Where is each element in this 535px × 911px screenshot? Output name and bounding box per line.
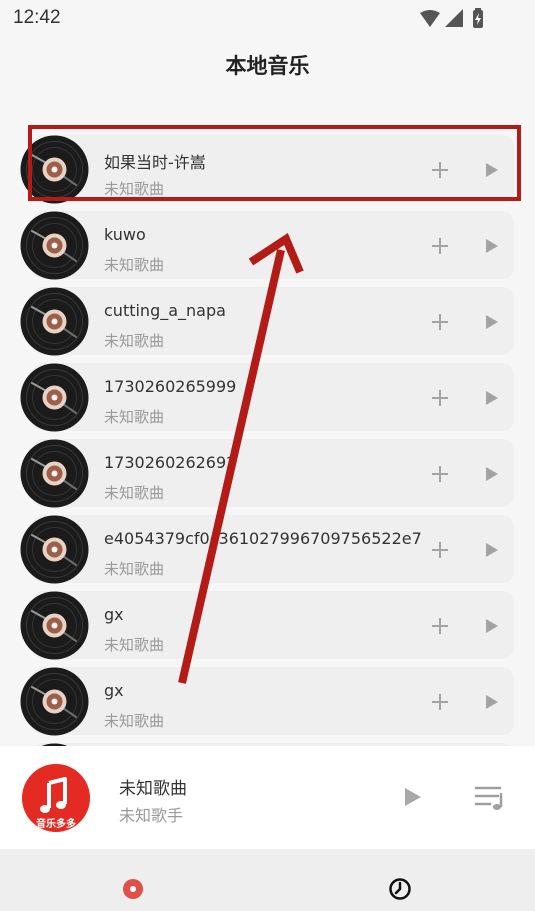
song-title: gx bbox=[104, 605, 124, 624]
play-icon[interactable] bbox=[403, 786, 423, 808]
plus-icon[interactable] bbox=[430, 236, 450, 256]
music-disc-icon bbox=[123, 879, 143, 899]
song-subtitle: 未知歌曲 bbox=[104, 256, 165, 274]
song-title: gx bbox=[104, 681, 124, 700]
song-list[interactable]: 如果当时-许嵩 未知歌曲 kuwo 未知歌曲 cutting_a_napa 未知… bbox=[0, 130, 535, 746]
status-bar: 12:42 bbox=[0, 0, 535, 38]
song-item[interactable]: cutting_a_napa 未知歌曲 bbox=[20, 287, 514, 356]
song-subtitle: 未知歌曲 bbox=[104, 712, 165, 730]
player-song-title: 未知歌曲 bbox=[119, 779, 187, 799]
vinyl-disc-icon bbox=[20, 439, 89, 508]
playlist-icon[interactable] bbox=[474, 784, 508, 812]
plus-icon[interactable] bbox=[430, 616, 450, 636]
vinyl-disc-icon bbox=[20, 667, 89, 736]
plus-icon[interactable] bbox=[430, 692, 450, 712]
song-title: cutting_a_napa bbox=[104, 301, 226, 320]
vinyl-disc-icon bbox=[20, 363, 89, 432]
status-time: 12:42 bbox=[13, 7, 61, 28]
album-cover[interactable]: 音乐多多 bbox=[22, 764, 90, 832]
tab-local-music[interactable] bbox=[0, 849, 267, 911]
vinyl-disc-icon bbox=[20, 211, 89, 280]
page-title: 本地音乐 bbox=[225, 54, 310, 78]
cover-text: 音乐多多 bbox=[36, 819, 76, 830]
song-item[interactable]: 1730260262692 未知歌曲 bbox=[20, 439, 514, 508]
plus-icon[interactable] bbox=[430, 388, 450, 408]
song-item[interactable]: gx 未知歌曲 bbox=[20, 667, 514, 736]
song-subtitle: 未知歌曲 bbox=[104, 484, 165, 502]
song-item[interactable]: gx 未知歌曲 bbox=[20, 591, 514, 660]
song-title: 1730260265999 bbox=[104, 377, 237, 396]
play-icon[interactable] bbox=[484, 617, 500, 635]
signal-icon bbox=[445, 9, 463, 27]
plus-icon[interactable] bbox=[430, 540, 450, 560]
song-subtitle: 未知歌曲 bbox=[104, 560, 165, 578]
player-artist: 未知歌手 bbox=[119, 806, 184, 825]
status-icons bbox=[420, 8, 483, 28]
song-subtitle: 未知歌曲 bbox=[104, 408, 165, 426]
play-icon[interactable] bbox=[484, 237, 500, 255]
tab-bar bbox=[0, 849, 535, 911]
plus-icon[interactable] bbox=[430, 464, 450, 484]
song-item[interactable]: 1730260265999 未知歌曲 bbox=[20, 363, 514, 432]
player-bar[interactable]: 音乐多多 未知歌曲 未知歌手 bbox=[0, 746, 535, 849]
play-icon[interactable] bbox=[484, 389, 500, 407]
play-icon[interactable] bbox=[484, 541, 500, 559]
song-title: e4054379cf0c361027996709756522e7 bbox=[104, 529, 422, 548]
song-title: kuwo bbox=[104, 225, 146, 244]
vinyl-disc-icon bbox=[20, 591, 89, 660]
vinyl-disc-icon bbox=[20, 515, 89, 584]
song-subtitle: 未知歌曲 bbox=[104, 332, 165, 350]
highlight-box bbox=[28, 125, 521, 201]
song-title: 1730260262692 bbox=[104, 453, 237, 472]
vinyl-disc-icon bbox=[20, 287, 89, 356]
wifi-icon bbox=[420, 10, 440, 27]
tab-history[interactable] bbox=[267, 849, 534, 911]
song-item[interactable]: kuwo 未知歌曲 bbox=[20, 211, 514, 280]
song-subtitle: 未知歌曲 bbox=[104, 636, 165, 654]
song-item[interactable]: e4054379cf0c361027996709756522e7 未知歌曲 bbox=[20, 515, 514, 584]
play-icon[interactable] bbox=[484, 693, 500, 711]
clock-icon bbox=[389, 878, 411, 900]
play-icon[interactable] bbox=[484, 313, 500, 331]
plus-icon[interactable] bbox=[430, 312, 450, 332]
play-icon[interactable] bbox=[484, 465, 500, 483]
